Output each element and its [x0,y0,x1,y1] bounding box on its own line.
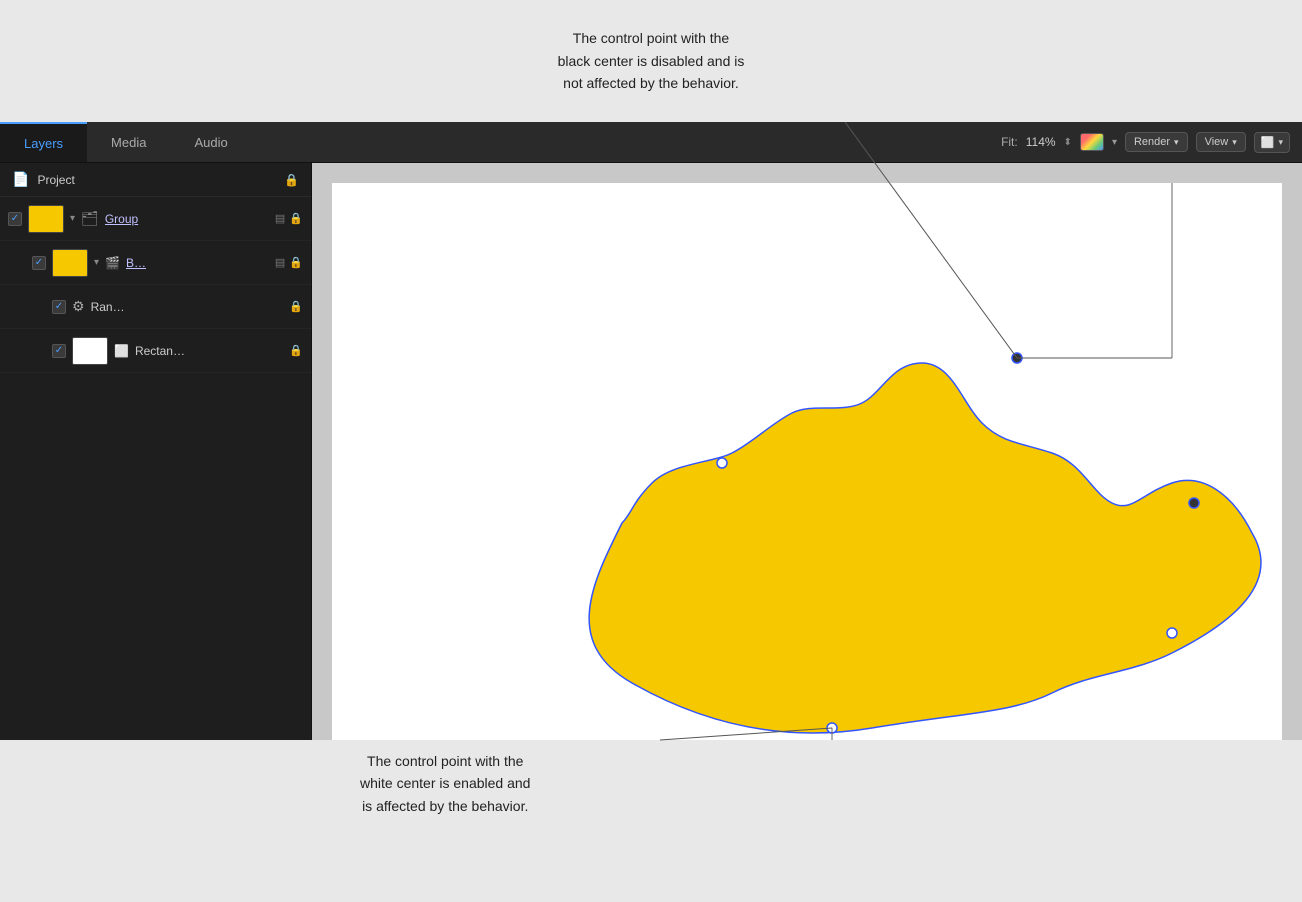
layer-lock-group[interactable]: 🔒 [289,212,303,225]
fit-value: 114% [1026,135,1056,149]
layer-name-group: Group [105,212,269,226]
annotation-bottom-area: The control point with the white center … [0,740,1302,902]
annotation-top-text: The control point with the black center … [558,27,745,94]
tab-audio[interactable]: Audio [170,122,251,162]
rect-type-icon: ⬜ [114,344,129,358]
layer-checkbox-rect[interactable] [52,344,66,358]
tab-media[interactable]: Media [87,122,170,162]
tab-group-left: Layers Media Audio [0,122,252,162]
layer-vis-group[interactable]: ▤ [275,212,285,225]
layer-name-b: B… [126,256,269,270]
view-btn[interactable]: View ▾ [1196,132,1246,152]
tab-audio-label: Audio [194,135,227,150]
project-icon: 📄 [12,171,29,188]
view-label: View [1205,136,1229,148]
layer-row-ran[interactable]: ⚙ Ran… 🔒 [0,285,311,329]
layer-lock-rect[interactable]: 🔒 [289,344,303,357]
window-chevron: ▾ [1278,137,1283,148]
layer-actions-b: ▤ 🔒 [275,256,303,269]
tab-layers-label: Layers [24,136,63,151]
ran-type-icon: ⚙ [72,298,85,315]
window-icon: ⬜ [1261,136,1275,149]
layer-row-b[interactable]: ▾ 🎬 B… ▤ 🔒 [0,241,311,285]
sidebar: 📄 Project 🔒 ▾ 🗂 Group ▤ 🔒 [0,163,312,822]
annotation-top-area: The control point with the black center … [0,0,1302,122]
layer-lock-ran[interactable]: 🔒 [289,300,303,313]
color-swatch-btn[interactable] [1080,133,1104,151]
render-chevron-icon: ▾ [1174,137,1179,148]
view-chevron-icon: ▾ [1232,137,1237,148]
project-row: 📄 Project 🔒 [0,163,311,197]
tab-media-label: Media [111,135,146,150]
layer-actions-ran: 🔒 [289,300,303,313]
render-label: Render [1134,136,1170,148]
layer-checkbox-group[interactable] [8,212,22,226]
layer-checkbox-b[interactable] [32,256,46,270]
layer-row-rect[interactable]: ⬜ Rectan… 🔒 [0,329,311,373]
layer-thumb-b [52,249,88,277]
tab-bar: Layers Media Audio Fit: 114% ⬍ ▾ Render … [0,122,1302,163]
fit-label: Fit: [1001,135,1018,149]
layer-thumb-rect [72,337,108,365]
layer-name-rect: Rectan… [135,344,283,358]
toolbar-right: Fit: 114% ⬍ ▾ Render ▾ View ▾ ⬜ ▾ [1001,132,1302,153]
annotation-bottom-text: The control point with the white center … [360,750,530,817]
canvas-inner [332,183,1282,762]
layer-thumb-group [28,205,64,233]
layer-row-group[interactable]: ▾ 🗂 Group ▤ 🔒 [0,197,311,241]
layer-expand-group[interactable]: ▾ [70,213,75,224]
tab-layers[interactable]: Layers [0,122,87,162]
group-type-icon: 🗂 [81,210,99,227]
layer-actions-rect: 🔒 [289,344,303,357]
window-btn[interactable]: ⬜ ▾ [1254,132,1290,153]
fit-stepper-icon[interactable]: ⬍ [1064,137,1072,148]
layer-expand-b[interactable]: ▾ [94,257,99,268]
layer-lock-b[interactable]: 🔒 [289,256,303,269]
layer-vis-b[interactable]: ▤ [275,256,285,269]
b-type-icon: 🎬 [105,256,120,270]
render-btn[interactable]: Render ▾ [1125,132,1188,152]
project-lock-icon: 🔒 [284,173,299,187]
canvas-svg [332,183,1282,762]
canvas-area[interactable] [312,163,1302,782]
layer-actions-group: ▤ 🔒 [275,212,303,225]
project-label: Project [37,173,276,187]
layer-checkbox-ran[interactable] [52,300,66,314]
layer-name-ran: Ran… [91,300,284,314]
swatch-chevron[interactable]: ▾ [1112,137,1117,148]
